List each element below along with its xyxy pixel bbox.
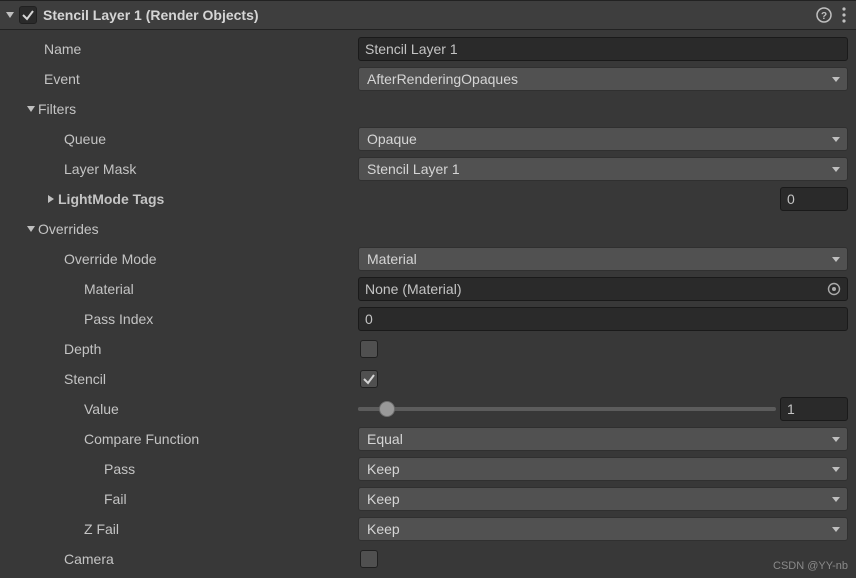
- dropdown-value: Stencil Layer 1: [367, 161, 839, 177]
- dropdown-value: Material: [367, 251, 839, 267]
- material-field[interactable]: None (Material): [358, 277, 848, 301]
- queue-dropdown[interactable]: Opaque: [358, 127, 848, 151]
- chevron-down-icon: [831, 254, 841, 264]
- component-header: Stencil Layer 1 (Render Objects) ?: [0, 0, 856, 30]
- camera-label: Camera: [2, 551, 354, 567]
- fail-label: Fail: [2, 491, 354, 507]
- chevron-down-icon: [831, 464, 841, 474]
- foldout-open-icon: [24, 222, 38, 236]
- lightmode-label: LightMode Tags: [58, 191, 164, 207]
- enable-checkbox[interactable]: [19, 6, 37, 24]
- stencil-checkbox[interactable]: [360, 370, 378, 388]
- stencil-value-label: Value: [2, 401, 354, 417]
- lightmode-count-input[interactable]: [780, 187, 848, 211]
- chevron-down-icon: [831, 164, 841, 174]
- name-label: Name: [2, 41, 354, 57]
- override-mode-label: Override Mode: [2, 251, 354, 267]
- event-dropdown[interactable]: AfterRenderingOpaques: [358, 67, 848, 91]
- filters-label: Filters: [38, 101, 76, 117]
- layermask-label: Layer Mask: [2, 161, 354, 177]
- header-foldout[interactable]: [3, 8, 17, 22]
- dropdown-value: Keep: [367, 491, 839, 507]
- lightmode-foldout[interactable]: LightMode Tags: [2, 191, 354, 207]
- chevron-down-icon: [831, 494, 841, 504]
- overrides-label: Overrides: [38, 221, 99, 237]
- passindex-input[interactable]: [358, 307, 848, 331]
- depth-checkbox[interactable]: [360, 340, 378, 358]
- fail-dropdown[interactable]: Keep: [358, 487, 848, 511]
- inspector-body: Name Event AfterRenderingOpaques Filters…: [0, 30, 856, 578]
- chevron-down-icon: [831, 524, 841, 534]
- material-label: Material: [2, 281, 354, 297]
- override-mode-dropdown[interactable]: Material: [358, 247, 848, 271]
- dropdown-value: Keep: [367, 461, 839, 477]
- zfail-label: Z Fail: [2, 521, 354, 537]
- dropdown-value: Equal: [367, 431, 839, 447]
- slider-thumb[interactable]: [379, 401, 395, 417]
- queue-label: Queue: [2, 131, 354, 147]
- chevron-down-icon: [831, 434, 841, 444]
- dropdown-value: Keep: [367, 521, 839, 537]
- material-value: None (Material): [365, 281, 461, 297]
- chevron-down-icon: [831, 134, 841, 144]
- filters-foldout[interactable]: Filters: [2, 101, 354, 117]
- name-input[interactable]: [358, 37, 848, 61]
- dropdown-value: Opaque: [367, 131, 839, 147]
- depth-label: Depth: [2, 341, 354, 357]
- event-label: Event: [2, 71, 354, 87]
- pass-label: Pass: [2, 461, 354, 477]
- foldout-closed-icon: [44, 192, 58, 206]
- layermask-dropdown[interactable]: Stencil Layer 1: [358, 157, 848, 181]
- zfail-dropdown[interactable]: Keep: [358, 517, 848, 541]
- foldout-open-icon: [24, 102, 38, 116]
- pass-dropdown[interactable]: Keep: [358, 457, 848, 481]
- overrides-foldout[interactable]: Overrides: [2, 221, 354, 237]
- chevron-down-icon: [831, 74, 841, 84]
- component-title: Stencil Layer 1 (Render Objects): [43, 7, 816, 23]
- object-picker-icon[interactable]: [825, 280, 843, 298]
- help-icon[interactable]: ?: [816, 7, 832, 23]
- camera-checkbox[interactable]: [360, 550, 378, 568]
- kebab-menu-icon[interactable]: [842, 7, 846, 23]
- stencil-value-slider[interactable]: [358, 407, 776, 411]
- stencil-label: Stencil: [2, 371, 354, 387]
- passindex-label: Pass Index: [2, 311, 354, 327]
- dropdown-value: AfterRenderingOpaques: [367, 71, 839, 87]
- svg-text:?: ?: [821, 11, 827, 22]
- compare-dropdown[interactable]: Equal: [358, 427, 848, 451]
- stencil-value-input[interactable]: [780, 397, 848, 421]
- watermark-text: CSDN @YY-nb: [773, 560, 848, 572]
- compare-label: Compare Function: [2, 431, 354, 447]
